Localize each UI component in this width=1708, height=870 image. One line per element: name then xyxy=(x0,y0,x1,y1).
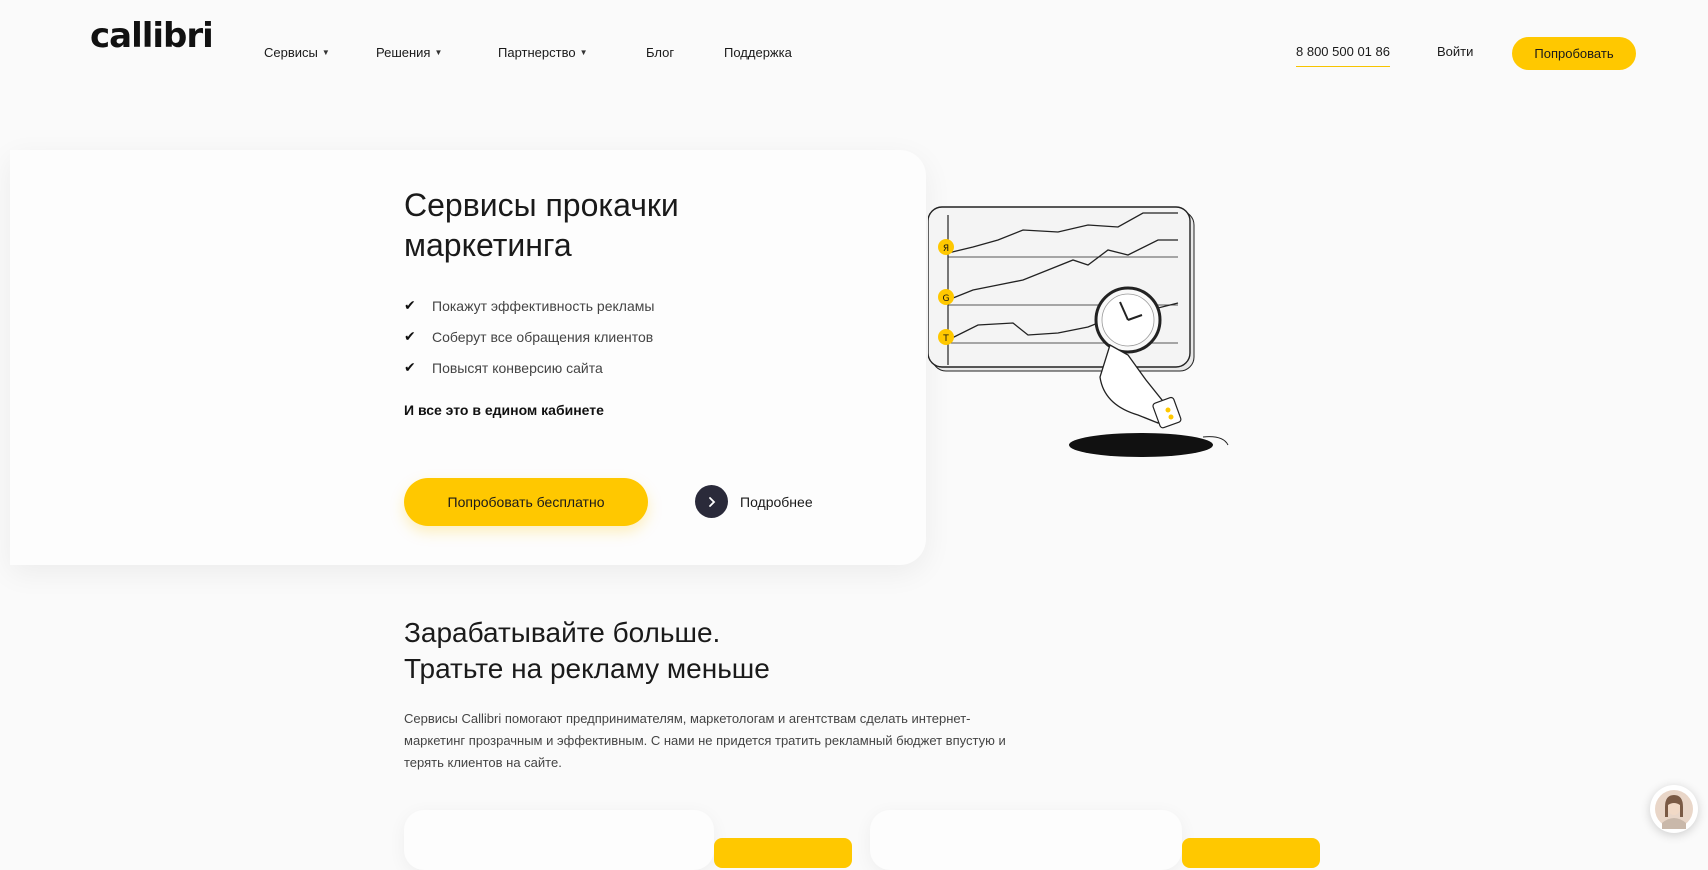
feature-card[interactable] xyxy=(404,810,714,870)
list-item: ✔ Повысят конверсию сайта xyxy=(404,352,654,383)
section-title: Зарабатывайте больше. Тратьте на рекламу… xyxy=(404,615,1004,687)
nav-item-solutions[interactable]: Решения ▼ xyxy=(376,45,498,60)
chevron-right-icon xyxy=(695,485,728,518)
hero-title: Сервисы прокачки маркетинга xyxy=(404,187,679,263)
caret-down-icon: ▼ xyxy=(434,48,443,57)
nav-label: Поддержка xyxy=(724,45,792,60)
section-title-line-1: Зарабатывайте больше. xyxy=(404,617,721,648)
more-link[interactable]: Подробнее xyxy=(695,485,813,518)
check-icon: ✔ xyxy=(404,297,416,313)
badge-google: G xyxy=(943,294,950,304)
hero-benefits-list: ✔ Покажут эффективность рекламы ✔ Соберу… xyxy=(404,290,654,383)
feature-card-badge xyxy=(714,838,852,868)
person-icon xyxy=(1655,790,1693,829)
nav-label: Сервисы xyxy=(264,45,318,60)
caret-down-icon: ▼ xyxy=(579,48,588,57)
badge-yandex: Я xyxy=(943,244,949,254)
benefit-text: Повысят конверсию сайта xyxy=(432,359,603,376)
feature-card-badge xyxy=(1182,838,1320,868)
callibri-logo[interactable]: callibri xyxy=(90,16,214,56)
check-icon: ✔ xyxy=(404,359,416,375)
badge-target: T xyxy=(942,334,949,344)
site-header: callibri Сервисы ▼ Решения ▼ Партнерство… xyxy=(0,0,1708,100)
section-description: Сервисы Callibri помогают предпринимател… xyxy=(404,711,1006,770)
login-link[interactable]: Войти xyxy=(1437,44,1473,59)
nav-label: Решения xyxy=(376,45,431,60)
analytics-illustration: Я G T xyxy=(927,205,1248,470)
more-label: Подробнее xyxy=(740,493,813,510)
logo-text: callibri xyxy=(90,16,214,56)
list-item: ✔ Соберут все обращения клиентов xyxy=(404,321,654,352)
hero-subtitle: И все это в едином кабинете xyxy=(404,402,604,418)
main-nav: Сервисы ▼ Решения ▼ Партнерство ▼ Блог П… xyxy=(264,45,792,60)
section-title-line-2: Тратьте на рекламу меньше xyxy=(404,653,770,684)
nav-item-support[interactable]: Поддержка xyxy=(724,45,792,60)
caret-down-icon: ▼ xyxy=(321,48,330,57)
nav-item-partnership[interactable]: Партнерство ▼ xyxy=(498,45,646,60)
check-icon: ✔ xyxy=(404,328,416,344)
nav-label: Партнерство xyxy=(498,45,576,60)
try-free-button[interactable]: Попробовать бесплатно xyxy=(404,478,648,526)
list-item: ✔ Покажут эффективность рекламы xyxy=(404,290,654,321)
nav-item-blog[interactable]: Блог xyxy=(646,45,724,60)
nav-item-services[interactable]: Сервисы ▼ xyxy=(264,45,376,60)
benefit-text: Соберут все обращения клиентов xyxy=(432,328,654,345)
chat-widget-avatar[interactable] xyxy=(1650,785,1698,833)
try-button[interactable]: Попробовать xyxy=(1512,37,1636,70)
feature-card[interactable] xyxy=(870,810,1182,870)
phone-link[interactable]: 8 800 500 01 86 xyxy=(1296,44,1390,67)
nav-label: Блог xyxy=(646,45,675,60)
benefit-text: Покажут эффективность рекламы xyxy=(432,297,655,314)
